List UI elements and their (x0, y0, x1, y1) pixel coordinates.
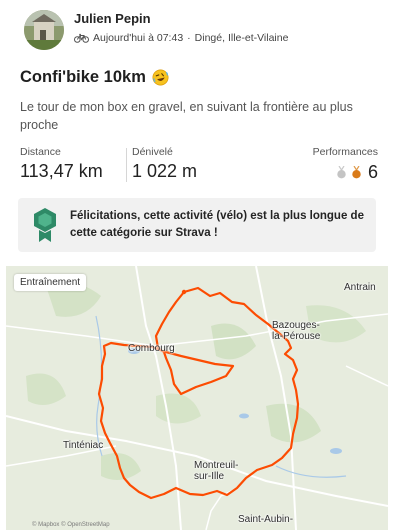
map-type-badge[interactable]: Entraînement (14, 274, 87, 291)
route-start-marker (181, 289, 187, 295)
route-map[interactable]: Entraînement Antrain Bazouges- la-Pérous… (6, 266, 388, 530)
activity-location: Dingé, Ille-et-Vilaine (194, 32, 289, 44)
performances-count: 6 (367, 162, 378, 182)
stat-distance-label: Distance (20, 146, 61, 158)
place-label-saint-aubin: Saint-Aubin- (238, 514, 294, 525)
title-row: Confi'bike 10km (20, 68, 169, 87)
stat-distance-value: 113,47 km (20, 161, 103, 181)
stat-elevation-label: Dénivelé (132, 146, 173, 158)
activity-description: Le tour de mon box en gravel, en suivant… (20, 100, 353, 132)
activity-title[interactable]: Confi'bike 10km (20, 68, 146, 87)
place-label-antrain: Antrain (344, 282, 376, 293)
place-label-tinteniac: Tinténiac (63, 440, 104, 451)
stat-performances[interactable]: Performances 6 (313, 146, 378, 183)
place-label-combourg: Combourg (128, 343, 175, 354)
route-line (97, 286, 300, 500)
place-label-bazouges: Bazouges- la-Pérouse (272, 320, 321, 342)
performances-row: 6 (313, 162, 378, 183)
activity-header: Julien Pepin Aujourd'hui à 07:43 · Dingé… (16, 10, 386, 56)
bike-icon (74, 33, 89, 43)
achievement-banner[interactable]: Félicitations, cette activité (vélo) est… (18, 198, 376, 252)
place-label-montreuil: Montreuil- sur-Ille (194, 460, 239, 482)
avatar[interactable] (24, 10, 64, 50)
meta-separator: · (187, 32, 191, 44)
activity-stats: Distance 113,47 km Dénivelé 1 022 m Perf… (20, 146, 378, 186)
activity-date: Aujourd'hui à 07:43 (93, 32, 184, 44)
bronze-medal-icon (351, 166, 362, 179)
stat-divider (126, 148, 127, 182)
stat-distance: Distance 113,47 km (20, 146, 103, 182)
athlete-name[interactable]: Julien Pepin (74, 11, 151, 26)
rolling-laughing-emoji-icon (152, 69, 169, 86)
stat-elevation-value: 1 022 m (132, 161, 198, 181)
map-attribution: © Mapbox © OpenStreetMap (32, 522, 110, 528)
stat-elevation: Dénivelé 1 022 m (132, 146, 197, 182)
achievement-medal-icon (32, 207, 58, 243)
silver-medal-icon (336, 166, 347, 179)
activity-meta: Aujourd'hui à 07:43 · Dingé, Ille-et-Vil… (74, 32, 288, 44)
achievement-text: Félicitations, cette activité (vélo) est… (70, 210, 364, 239)
stat-performances-label: Performances (312, 146, 378, 158)
